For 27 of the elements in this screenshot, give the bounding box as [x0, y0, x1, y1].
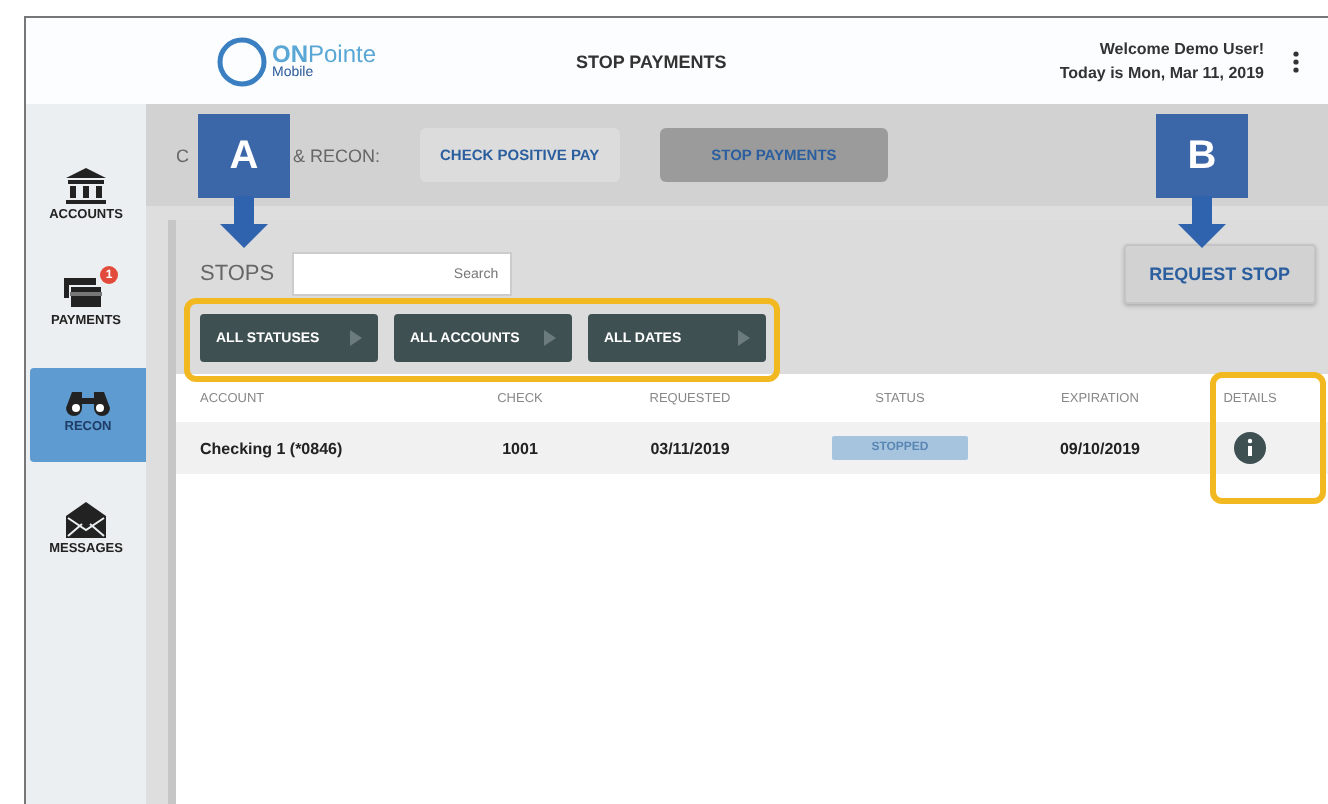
- callout-label: B: [1156, 114, 1248, 198]
- logo-ring-icon: [216, 35, 268, 87]
- highlight-frame: [1210, 372, 1326, 504]
- table-cell-text: Checking 1 (*0846): [198, 439, 345, 457]
- callout-arrow: [1178, 196, 1226, 248]
- logo-brand: ONPointe: [272, 42, 377, 66]
- section-label: C: [176, 145, 189, 165]
- page-title: STOP PAYMENTS: [574, 51, 729, 71]
- section-label: & RECON:: [293, 145, 381, 165]
- callout-label: A: [198, 114, 290, 198]
- table-cell-text: 09/10/2019: [1057, 439, 1143, 457]
- caret-icon: [738, 330, 750, 346]
- bank-icon: [66, 168, 106, 204]
- table-cell-text: 1001: [500, 439, 540, 457]
- more-menu-icon[interactable]: [1292, 49, 1300, 73]
- caret-icon: [544, 330, 556, 346]
- info-icon[interactable]: [1234, 432, 1266, 464]
- cards-icon: [64, 274, 108, 310]
- binoculars-icon: [66, 388, 110, 416]
- date-text: Today is Mon, Mar 11, 2019: [1059, 64, 1264, 82]
- table-cell-text: 03/11/2019: [648, 439, 732, 457]
- request-stop-button[interactable]: REQUEST STOP: [1123, 244, 1316, 304]
- envelope-icon: [66, 502, 106, 538]
- caret-icon: [350, 330, 362, 346]
- callout-arrow: [220, 196, 268, 248]
- welcome-text: Welcome Demo User!: [1099, 40, 1264, 58]
- stops-title: STOPS: [200, 262, 275, 286]
